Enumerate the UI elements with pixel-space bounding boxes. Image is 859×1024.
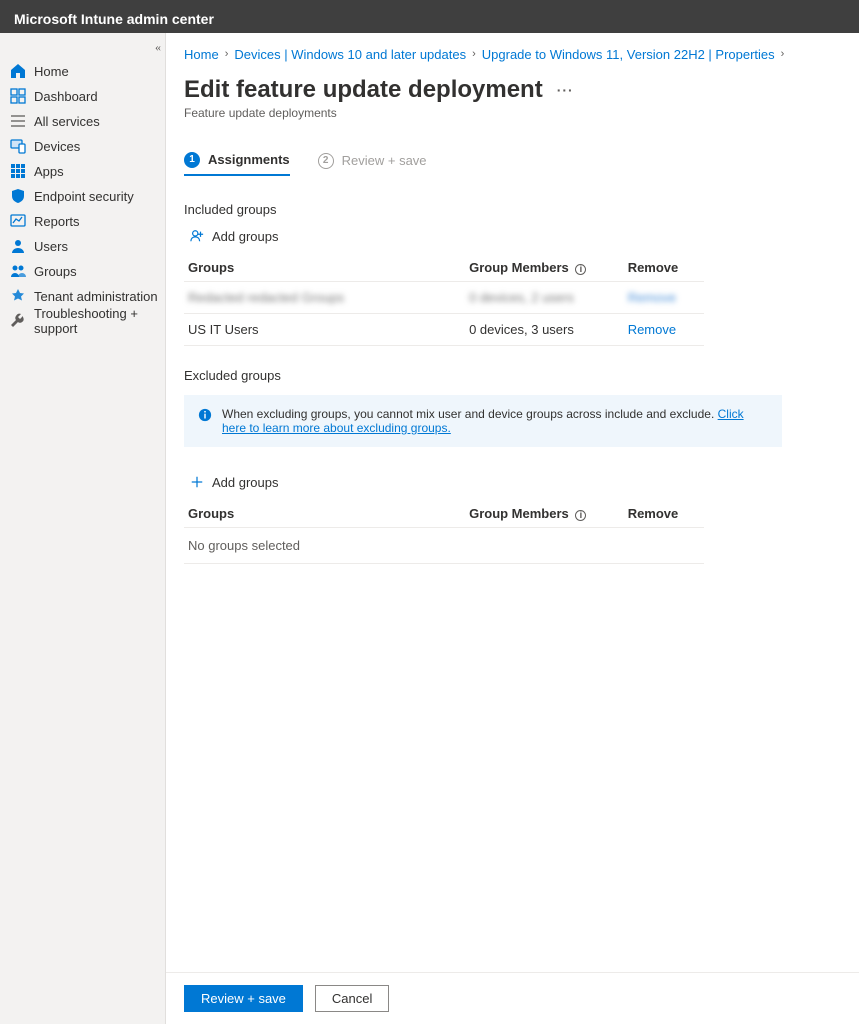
group-name: Redacted redacted Groups: [188, 290, 344, 305]
th-members-text: Group Members: [469, 506, 569, 521]
th-remove: Remove: [624, 500, 704, 528]
reports-icon: [10, 213, 26, 229]
apps-icon: [10, 163, 26, 179]
cancel-button[interactable]: Cancel: [315, 985, 389, 1012]
table-row: US IT Users 0 devices, 3 users Remove: [184, 313, 704, 345]
excluded-groups-tip: When excluding groups, you cannot mix us…: [184, 395, 782, 447]
wizard-steps: 1 Assignments 2 Review + save: [166, 124, 859, 182]
excluded-groups-table: Groups Group Members i Remove: [184, 500, 704, 528]
add-person-icon: [190, 229, 204, 243]
tip-text-wrap: When excluding groups, you cannot mix us…: [222, 407, 768, 435]
sidebar-item-troubleshoot[interactable]: Troubleshooting + support: [0, 309, 165, 334]
sidebar-item-devices[interactable]: Devices: [0, 134, 165, 159]
th-remove: Remove: [624, 254, 704, 282]
step-label: Review + save: [342, 153, 427, 168]
info-icon[interactable]: i: [575, 510, 586, 521]
sidebar-item-label: Groups: [34, 264, 77, 279]
th-members-text: Group Members: [469, 260, 569, 275]
sidebar-item-label: Home: [34, 64, 69, 79]
sidebar-item-label: Endpoint security: [34, 189, 134, 204]
sidebar-item-tenant-admin[interactable]: Tenant administration: [0, 284, 165, 309]
app-title: Microsoft Intune admin center: [14, 11, 214, 27]
th-groups: Groups: [184, 500, 465, 528]
th-groups: Groups: [184, 254, 465, 282]
chevron-right-icon: ›: [781, 48, 785, 60]
sidebar: « Home Dashboard All services Devices Ap…: [0, 33, 166, 1024]
dashboard-icon: [10, 88, 26, 104]
group-members: 0 devices, 2 users: [469, 290, 574, 305]
sidebar-item-users[interactable]: Users: [0, 234, 165, 259]
group-name: US IT Users: [188, 322, 259, 337]
sidebar-item-groups[interactable]: Groups: [0, 259, 165, 284]
included-groups-heading: Included groups: [184, 202, 841, 217]
add-included-groups-button[interactable]: Add groups: [184, 225, 285, 248]
sidebar-item-label: Devices: [34, 139, 80, 154]
sidebar-item-dashboard[interactable]: Dashboard: [0, 84, 165, 109]
endpoint-security-icon: [10, 188, 26, 204]
breadcrumb: Home › Devices | Windows 10 and later up…: [166, 33, 859, 68]
included-groups-table: Groups Group Members i Remove Redacted r…: [184, 254, 704, 346]
step-assignments[interactable]: 1 Assignments: [184, 152, 290, 176]
step-number: 2: [318, 153, 334, 169]
table-row: Redacted redacted Groups 0 devices, 2 us…: [184, 281, 704, 313]
th-members: Group Members i: [465, 254, 624, 282]
chevron-right-icon: ›: [472, 48, 476, 60]
titlebar: Microsoft Intune admin center: [0, 5, 859, 33]
info-icon[interactable]: i: [575, 264, 586, 275]
breadcrumb-devices-updates[interactable]: Devices | Windows 10 and later updates: [234, 47, 466, 62]
users-icon: [10, 238, 26, 254]
chevron-right-icon: ›: [225, 48, 229, 60]
add-excluded-groups-button[interactable]: Add groups: [184, 471, 285, 494]
sidebar-item-label: Apps: [34, 164, 64, 179]
page-subtitle: Feature update deployments: [184, 106, 841, 120]
sidebar-item-reports[interactable]: Reports: [0, 209, 165, 234]
groups-icon: [10, 263, 26, 279]
sidebar-item-all-services[interactable]: All services: [0, 109, 165, 134]
footer-bar: Review + save Cancel: [166, 972, 859, 1024]
more-actions-icon[interactable]: ···: [557, 82, 574, 98]
breadcrumb-properties[interactable]: Upgrade to Windows 11, Version 22H2 | Pr…: [482, 47, 775, 62]
sidebar-item-apps[interactable]: Apps: [0, 159, 165, 184]
sidebar-collapse-icon[interactable]: «: [155, 40, 157, 55]
all-services-icon: [10, 113, 26, 129]
breadcrumb-home[interactable]: Home: [184, 47, 219, 62]
sidebar-item-label: Troubleshooting + support: [34, 306, 165, 336]
info-icon: [198, 408, 212, 425]
remove-group-link[interactable]: Remove: [628, 290, 676, 305]
plus-icon: [190, 475, 204, 489]
th-members: Group Members i: [465, 500, 624, 528]
devices-icon: [10, 138, 26, 154]
step-label: Assignments: [208, 152, 290, 167]
troubleshoot-icon: [10, 313, 26, 329]
review-save-button[interactable]: Review + save: [184, 985, 303, 1012]
sidebar-item-home[interactable]: Home: [0, 59, 165, 84]
step-review-save[interactable]: 2 Review + save: [318, 153, 427, 175]
remove-group-link[interactable]: Remove: [628, 322, 676, 337]
home-icon: [10, 63, 26, 79]
excluded-groups-heading: Excluded groups: [184, 368, 841, 383]
sidebar-item-label: Dashboard: [34, 89, 98, 104]
main-content: Home › Devices | Windows 10 and later up…: [166, 33, 859, 1024]
group-members: 0 devices, 3 users: [469, 322, 574, 337]
page-title: Edit feature update deployment: [184, 76, 543, 104]
sidebar-item-endpoint-security[interactable]: Endpoint security: [0, 184, 165, 209]
tenant-admin-icon: [10, 288, 26, 304]
add-included-label: Add groups: [212, 229, 279, 244]
sidebar-item-label: Tenant administration: [34, 289, 158, 304]
tip-text: When excluding groups, you cannot mix us…: [222, 407, 718, 421]
sidebar-item-label: Users: [34, 239, 68, 254]
add-excluded-label: Add groups: [212, 475, 279, 490]
step-number: 1: [184, 152, 200, 168]
sidebar-item-label: All services: [34, 114, 100, 129]
excluded-empty-message: No groups selected: [184, 528, 704, 564]
sidebar-item-label: Reports: [34, 214, 80, 229]
